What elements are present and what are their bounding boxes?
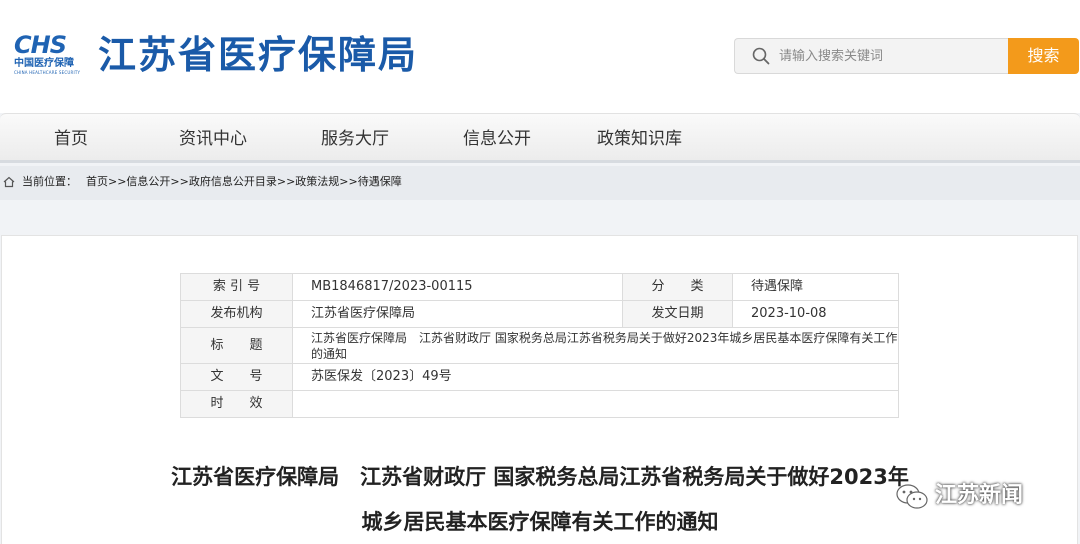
breadcrumb: 当前位置： 首页>>信息公开>>政府信息公开目录>>政策法规>>待遇保障 [0,166,1080,200]
category-label: 分 类 [622,273,733,301]
logo-en-text: CHINA HEALTHCARE SECURITY [14,70,81,75]
wechat-icon [896,484,928,509]
search-box [734,38,1008,74]
search-button[interactable]: 搜索 [1008,38,1079,74]
search-icon [752,47,770,65]
date-value: 2023-10-08 [732,300,899,328]
nav-item-policy-library[interactable]: 政策知识库 [597,127,682,151]
site-header: CHS 中国医疗保障 CHINA HEALTHCARE SECURITY 江苏省… [0,0,1080,113]
site-title[interactable]: 江苏省医疗保障局 [98,30,418,80]
watermark-text: 江苏新闻 [935,483,1024,508]
validity-value [292,390,899,418]
table-row: 时 效 [180,390,899,418]
validity-label: 时 效 [180,390,293,418]
table-row: 标 题 江苏省医疗保障局 江苏省财政厅 国家税务总局江苏省税务局关于做好2023… [180,327,899,364]
logo-mark: CHS [14,31,67,59]
category-value: 待遇保障 [732,273,899,301]
title-value: 江苏省医疗保障局 江苏省财政厅 国家税务总局江苏省税务局关于做好2023年城乡居… [292,327,899,364]
table-row: 文 号 苏医保发〔2023〕49号 [180,363,899,391]
nav-item-news[interactable]: 资讯中心 [179,127,247,151]
search-input[interactable] [779,45,999,67]
issuer-label: 发布机构 [180,300,293,328]
home-icon [3,176,15,188]
table-row: 索 引 号 MB1846817/2023-00115 分 类 待遇保障 [180,273,899,301]
table-row: 发布机构 江苏省医疗保障局 发文日期 2023-10-08 [180,300,899,328]
docno-label: 文 号 [180,363,293,391]
breadcrumb-path[interactable]: 首页>>信息公开>>政府信息公开目录>>政策法规>>待遇保障 [86,175,402,189]
document-metadata-table: 索 引 号 MB1846817/2023-00115 分 类 待遇保障 发布机构… [180,273,899,418]
nav-item-info-disclosure[interactable]: 信息公开 [463,127,531,151]
index-label: 索 引 号 [180,273,293,301]
main-nav: 首页 资讯中心 服务大厅 信息公开 政策知识库 [0,113,1080,163]
breadcrumb-label: 当前位置： [22,175,77,188]
logo-cn-text: 中国医疗保障 [14,58,74,69]
index-value: MB1846817/2023-00115 [292,273,623,301]
issuer-value: 江苏省医疗保障局 [292,300,623,328]
chs-logo[interactable]: CHS 中国医疗保障 CHINA HEALTHCARE SECURITY [14,33,90,79]
title-label: 标 题 [180,327,293,364]
date-label: 发文日期 [622,300,733,328]
nav-item-services[interactable]: 服务大厅 [321,127,389,151]
docno-value: 苏医保发〔2023〕49号 [292,363,899,391]
nav-item-home[interactable]: 首页 [54,127,88,151]
